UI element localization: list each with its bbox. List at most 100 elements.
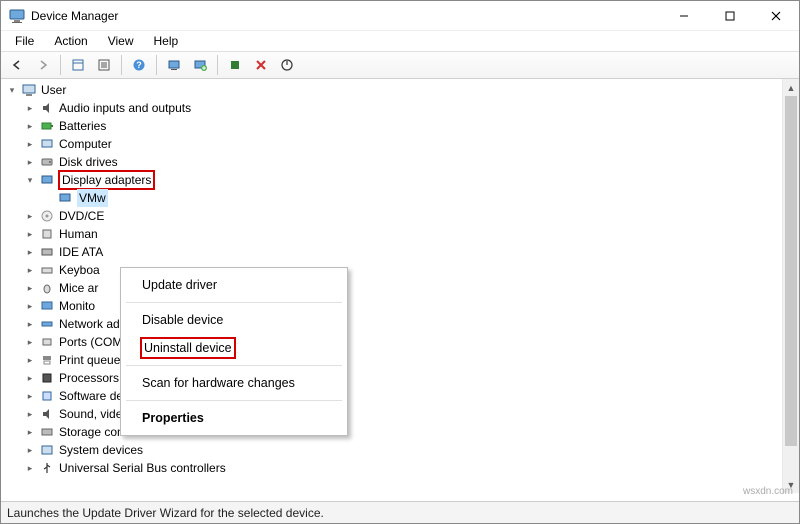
keyboard-icon xyxy=(39,262,55,278)
tree-item-label: Monito xyxy=(59,297,95,315)
ctx-scan-hardware[interactable]: Scan for hardware changes xyxy=(124,369,344,397)
expand-icon[interactable]: ▸ xyxy=(23,263,37,277)
ctx-update-driver[interactable]: Update driver xyxy=(124,271,344,299)
update-driver-button[interactable] xyxy=(188,54,212,76)
expand-icon[interactable]: ▸ xyxy=(23,137,37,151)
battery-icon xyxy=(39,118,55,134)
expand-icon[interactable]: ▸ xyxy=(23,371,37,385)
expand-icon[interactable]: ▸ xyxy=(23,209,37,223)
expand-icon[interactable]: ▸ xyxy=(23,101,37,115)
tree-item-display-adapters[interactable]: ▾ Display adapters xyxy=(23,171,799,189)
ctx-uninstall-label: Uninstall device xyxy=(142,339,234,357)
enable-device-button[interactable] xyxy=(223,54,247,76)
hid-icon xyxy=(39,226,55,242)
tree-item-label: Print queues xyxy=(59,351,126,369)
expand-icon[interactable]: ▸ xyxy=(23,227,37,241)
tree-item[interactable]: ▸ Batteries xyxy=(23,117,799,135)
separator xyxy=(126,302,342,303)
separator xyxy=(126,400,342,401)
computer-icon xyxy=(21,82,37,98)
menu-file[interactable]: File xyxy=(7,32,42,50)
properties-button[interactable] xyxy=(92,54,116,76)
menu-help[interactable]: Help xyxy=(146,32,187,50)
port-icon xyxy=(39,334,55,350)
tree-item-label: Human xyxy=(59,225,98,243)
scan-hardware-button[interactable] xyxy=(162,54,186,76)
tree-item-label: Display adapters xyxy=(59,171,154,189)
status-bar: Launches the Update Driver Wizard for th… xyxy=(1,501,799,523)
minimize-button[interactable] xyxy=(661,1,707,31)
tree-item-label: VMw xyxy=(77,189,108,207)
display-icon xyxy=(57,190,73,206)
collapse-icon[interactable]: ▾ xyxy=(23,173,37,187)
expand-icon[interactable]: ▸ xyxy=(23,389,37,403)
usb-icon xyxy=(39,460,55,476)
show-hide-tree-button[interactable] xyxy=(66,54,90,76)
expand-icon[interactable]: ▸ xyxy=(23,281,37,295)
menu-view[interactable]: View xyxy=(100,32,142,50)
expand-icon[interactable]: ▸ xyxy=(23,443,37,457)
sound-icon xyxy=(39,406,55,422)
tree-item-label: Processors xyxy=(59,369,119,387)
title-bar: Device Manager xyxy=(1,1,799,31)
collapse-icon[interactable]: ▾ xyxy=(5,83,19,97)
tree-item[interactable]: ▸ System devices xyxy=(23,441,799,459)
scroll-up-icon[interactable]: ▲ xyxy=(783,79,799,96)
tree-item[interactable]: ▸ Human xyxy=(23,225,799,243)
tree-item[interactable]: ▸ Disk drives xyxy=(23,153,799,171)
expand-icon[interactable]: ▸ xyxy=(23,461,37,475)
tree-item[interactable]: ▸ DVD/CE xyxy=(23,207,799,225)
ctx-properties[interactable]: Properties xyxy=(124,404,344,432)
software-icon xyxy=(39,388,55,404)
dvd-icon xyxy=(39,208,55,224)
ctx-disable-device[interactable]: Disable device xyxy=(124,306,344,334)
expand-icon[interactable]: ▸ xyxy=(23,155,37,169)
expand-icon[interactable]: ▸ xyxy=(23,425,37,439)
tree-item[interactable]: ▸IDE ATA xyxy=(23,243,799,261)
vertical-scrollbar[interactable]: ▲ ▼ xyxy=(782,79,799,493)
separator xyxy=(126,365,342,366)
back-button[interactable] xyxy=(5,54,29,76)
expand-icon[interactable]: ▸ xyxy=(23,299,37,313)
menu-action[interactable]: Action xyxy=(46,32,95,50)
expand-icon[interactable]: ▸ xyxy=(23,119,37,133)
expand-icon[interactable]: ▸ xyxy=(23,407,37,421)
expand-icon[interactable]: ▸ xyxy=(23,245,37,259)
help-button[interactable]: ? xyxy=(127,54,151,76)
system-icon xyxy=(39,442,55,458)
tree-item[interactable]: ▸Audio inputs and outputs xyxy=(23,99,799,117)
scroll-thumb[interactable] xyxy=(785,96,797,446)
storage-icon xyxy=(39,424,55,440)
ctx-uninstall-device[interactable]: Uninstall device xyxy=(124,334,344,362)
tree-item-label: System devices xyxy=(59,441,143,459)
expand-icon[interactable]: ▸ xyxy=(23,335,37,349)
tree-item-label: Universal Serial Bus controllers xyxy=(59,459,226,477)
tree-item[interactable]: ▸ Computer xyxy=(23,135,799,153)
tree-item-label: Mice ar xyxy=(59,279,98,297)
maximize-button[interactable] xyxy=(707,1,753,31)
disable-device-button[interactable] xyxy=(275,54,299,76)
status-text: Launches the Update Driver Wizard for th… xyxy=(7,506,324,520)
close-button[interactable] xyxy=(753,1,799,31)
window-title: Device Manager xyxy=(31,9,118,23)
expand-icon[interactable]: ▸ xyxy=(23,317,37,331)
tree-item[interactable]: ▸ Universal Serial Bus controllers xyxy=(23,459,799,477)
tree-root[interactable]: ▾ User xyxy=(5,81,799,99)
tree-item-label: DVD/CE xyxy=(59,207,104,225)
display-icon xyxy=(39,172,55,188)
printer-icon xyxy=(39,352,55,368)
ide-icon xyxy=(39,244,55,260)
tree-item-label: Computer xyxy=(59,135,112,153)
expand-icon[interactable]: ▸ xyxy=(23,353,37,367)
toolbar: ? xyxy=(1,51,799,79)
uninstall-device-button[interactable] xyxy=(249,54,273,76)
menu-bar: File Action View Help xyxy=(1,31,799,51)
tree-item-selected[interactable]: VMw xyxy=(41,189,799,207)
tree-item-label: Batteries xyxy=(59,117,106,135)
monitor-icon xyxy=(39,298,55,314)
app-icon xyxy=(9,8,25,24)
tree-item-label: Disk drives xyxy=(59,153,118,171)
forward-button[interactable] xyxy=(31,54,55,76)
audio-icon xyxy=(39,100,55,116)
network-icon xyxy=(39,316,55,332)
